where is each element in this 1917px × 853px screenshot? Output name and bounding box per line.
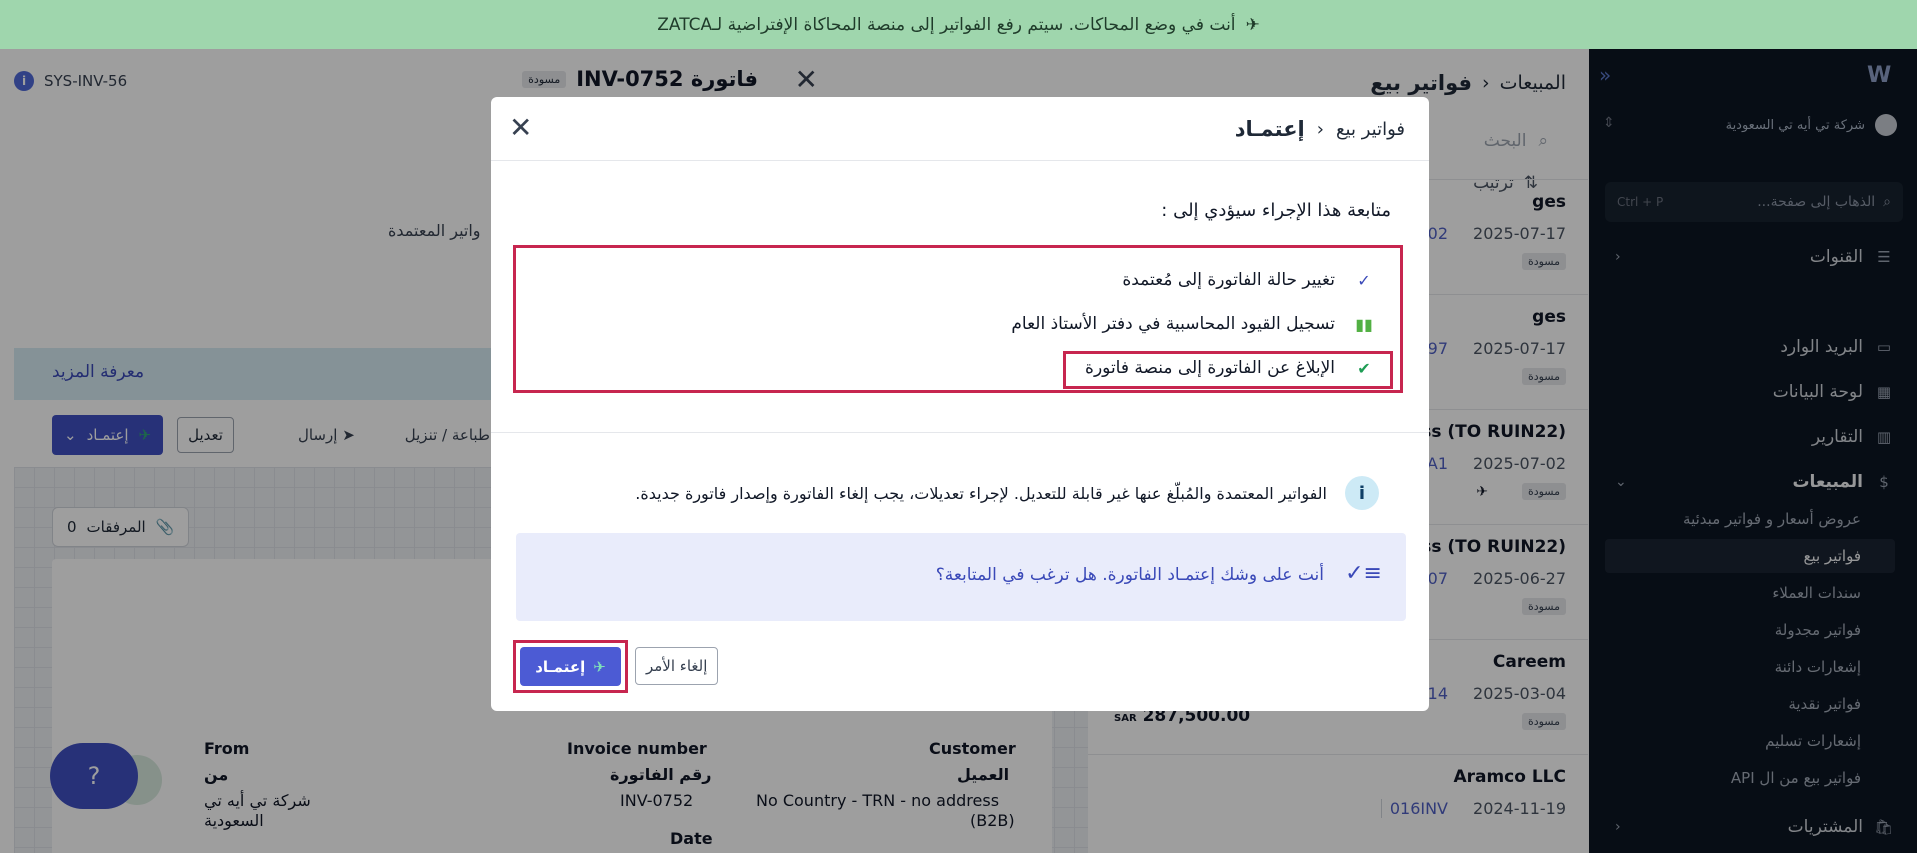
dialog-breadcrumb: فواتير بيع ‹ إعتمـاد (1235, 117, 1405, 141)
dialog-intro: متابعة هذا الإجراء سيؤدي إلى : (1161, 200, 1391, 221)
info-notice: i الفواتير المعتمدة والمُبلّغ عنها غير ق… (635, 476, 1379, 510)
step-text: تغيير حالة الفاتورة إلى مُعتمدة (1122, 270, 1335, 290)
cancel-button[interactable]: إلغاء الأمر (635, 647, 719, 685)
dialog-title: إعتمـاد (1234, 117, 1305, 141)
info-text: الفواتير المعتمدة والمُبلّغ عنها غير قاب… (635, 483, 1327, 503)
approve-confirm-label: إعتمـاد (535, 657, 586, 676)
approve-confirm-button[interactable]: ✈ إعتمـاد (513, 640, 628, 693)
book-icon: ▮▮ (1355, 314, 1373, 334)
confirm-text: أنت على وشك إعتمـاد الفاتورة. هل ترغب في… (935, 565, 1324, 585)
simulation-banner: ✈ أنت في وضع المحاكات. سيتم رفع الفواتير… (0, 0, 1917, 49)
confirm-notice: ✓≡ أنت على وشك إعتمـاد الفاتورة. هل ترغب… (516, 533, 1406, 621)
check-icon: ✓ (1357, 270, 1371, 290)
checklist-icon: ✓≡ (1345, 561, 1382, 586)
dialog-breadcrumb-parent[interactable]: فواتير بيع (1336, 119, 1405, 140)
info-icon: i (1345, 476, 1379, 510)
step-text: تسجيل القيود المحاسبية في دفتر الأستاذ ا… (1011, 314, 1335, 334)
approve-confirm-inner[interactable]: ✈ إعتمـاد (520, 647, 621, 686)
list-item: ✓ تغيير حالة الفاتورة إلى مُعتمدة (1122, 270, 1375, 290)
list-item: ▮▮ تسجيل القيود المحاسبية في دفتر الأستا… (1011, 314, 1375, 334)
plane-icon: ✈ (593, 657, 606, 676)
highlight-box (1063, 351, 1393, 389)
banner-text: أنت في وضع المحاكات. سيتم رفع الفواتير إ… (657, 14, 1236, 35)
close-icon[interactable]: ✕ (509, 111, 532, 144)
plane-icon: ✈ (1245, 14, 1260, 35)
chevron-left-icon: ‹ (1316, 118, 1324, 140)
divider (491, 432, 1429, 433)
approve-dialog: فواتير بيع ‹ إعتمـاد ✕ متابعة هذا الإجرا… (491, 97, 1429, 711)
